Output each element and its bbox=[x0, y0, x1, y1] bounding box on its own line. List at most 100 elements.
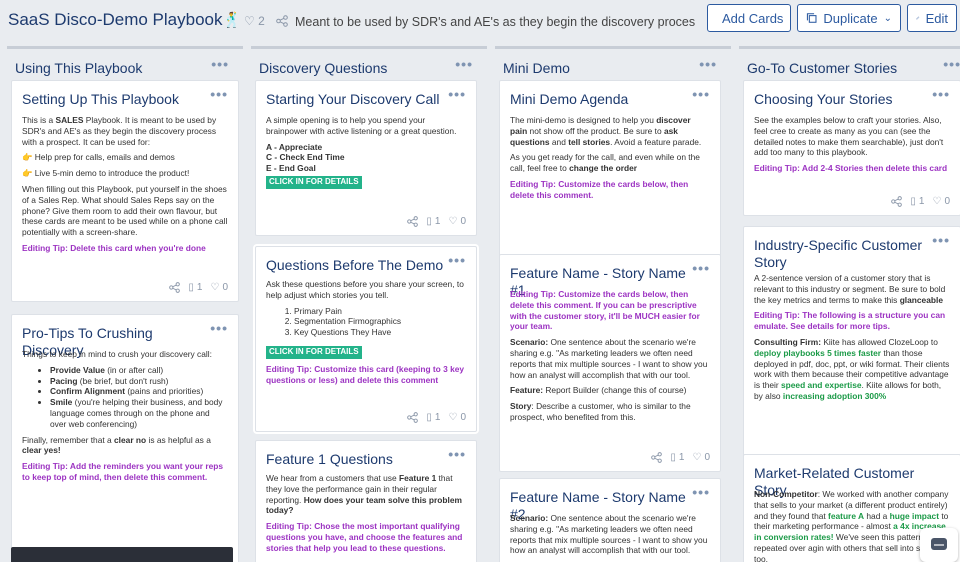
duplicate-button[interactable]: Duplicate ⌄ bbox=[797, 4, 901, 32]
column-go-to-customer-stories: Go-To Customer Stories ••• Choosing Your… bbox=[739, 46, 960, 562]
page-icon: ▯ bbox=[188, 282, 194, 293]
playbook-subtitle: Meant to be used by SDR's and AE's as th… bbox=[295, 15, 695, 29]
editing-tip: Editing Tip: The following is a structur… bbox=[754, 310, 946, 332]
page-icon: ▯ bbox=[426, 216, 432, 227]
card-body: Things to keep in mind to crush your dis… bbox=[22, 349, 228, 488]
editing-tip: Editing Tip: Add the reminders you want … bbox=[22, 461, 224, 482]
card-pro-tips[interactable]: Pro-Tips To Crushing Discovery ••• Thing… bbox=[11, 314, 239, 562]
editing-tip: Editing Tip: Customize the cards below, … bbox=[510, 178, 689, 200]
like-button[interactable]: ♡ 2 bbox=[244, 14, 265, 28]
card-title: Questions Before The Demo bbox=[266, 257, 444, 273]
card-body: A 2-sentence version of a customer story… bbox=[754, 273, 950, 401]
edit-label: Edit bbox=[925, 10, 948, 26]
column-title: Mini Demo bbox=[503, 60, 570, 76]
duplicate-label: Duplicate bbox=[823, 10, 878, 26]
like-count[interactable]: ♡0 bbox=[932, 196, 950, 207]
card-feature-1-questions[interactable]: Feature 1 Questions ••• We hear from a c… bbox=[255, 440, 477, 562]
column-mini-demo: Mini Demo ••• Mini Demo Agenda ••• The m… bbox=[495, 46, 731, 562]
share-icon[interactable] bbox=[407, 412, 419, 423]
card-menu-icon[interactable]: ••• bbox=[448, 446, 466, 462]
card-title: Choosing Your Stories bbox=[754, 91, 893, 107]
card-footer: ▯1 ♡0 bbox=[407, 216, 466, 227]
editing-tip: Editing Tip: Add 2-4 Stories then delete… bbox=[754, 163, 948, 174]
heart-icon: ♡ bbox=[448, 216, 458, 227]
card-body: We hear from a customers that use Featur… bbox=[266, 473, 466, 559]
card-footer: ▯1 ♡0 bbox=[891, 196, 950, 207]
add-cards-button[interactable]: Add Cards bbox=[707, 4, 791, 32]
attachment-count[interactable]: ▯1 bbox=[670, 452, 684, 463]
playbook-title-text: SaaS Disco-Demo Playbook bbox=[8, 10, 223, 29]
editing-tip: Editing Tip: Customize this card (keepin… bbox=[266, 363, 465, 385]
heart-icon: ♡ bbox=[692, 452, 702, 463]
card-menu-icon[interactable]: ••• bbox=[210, 320, 228, 336]
chevron-down-icon[interactable]: ⌄ bbox=[884, 13, 892, 24]
heart-icon: ♡ bbox=[210, 282, 220, 293]
column-menu-icon[interactable]: ••• bbox=[699, 56, 717, 72]
column-menu-icon[interactable]: ••• bbox=[455, 56, 473, 72]
copy-icon bbox=[806, 13, 817, 23]
like-count[interactable]: ♡0 bbox=[210, 282, 228, 293]
share-icon[interactable] bbox=[169, 282, 181, 293]
card-body: Scenario: One sentence about the scenari… bbox=[510, 513, 708, 556]
share-icon[interactable] bbox=[276, 15, 288, 27]
chat-icon bbox=[931, 538, 947, 550]
attachment-count[interactable]: ▯1 bbox=[910, 196, 924, 207]
heart-icon: ♡ bbox=[244, 14, 255, 28]
card-menu-icon[interactable]: ••• bbox=[932, 232, 950, 248]
card-footer: ▯1 ♡0 bbox=[407, 412, 466, 423]
editing-tip: Editing Tip: Customize the cards below, … bbox=[510, 289, 700, 332]
tips-list: Provide Value (in or after call) Pacing … bbox=[22, 365, 228, 430]
card-questions-before-demo[interactable]: Questions Before The Demo ••• Ask these … bbox=[255, 246, 477, 432]
card-menu-icon[interactable]: ••• bbox=[448, 252, 466, 268]
editing-tip: Editing Tip: Chose the most important qu… bbox=[266, 521, 463, 553]
page-icon: ▯ bbox=[670, 452, 676, 463]
chat-button[interactable] bbox=[920, 528, 958, 562]
share-icon[interactable] bbox=[891, 196, 903, 207]
column-header: Using This Playbook ••• bbox=[7, 46, 243, 76]
column-discovery-questions: Discovery Questions ••• Starting Your Di… bbox=[251, 46, 487, 562]
pencil-icon bbox=[916, 16, 920, 20]
column-title: Discovery Questions bbox=[259, 60, 388, 76]
click-for-details-badge[interactable]: CLICK IN FOR DETAILS bbox=[266, 345, 362, 359]
share-icon[interactable] bbox=[407, 216, 419, 227]
playbook-title: SaaS Disco-Demo Playbook🕺 bbox=[8, 10, 241, 30]
card-body: Editing Tip: Customize the cards below, … bbox=[510, 289, 710, 428]
card-choosing-stories[interactable]: Choosing Your Stories ••• See the exampl… bbox=[743, 80, 960, 216]
card-body: See the examples below to craft your sto… bbox=[754, 115, 950, 179]
card-footer: ▯1 ♡0 bbox=[169, 282, 228, 293]
share-icon[interactable] bbox=[651, 452, 663, 463]
card-title: Starting Your Discovery Call bbox=[266, 91, 440, 107]
card-title: Mini Demo Agenda bbox=[510, 91, 629, 107]
column-menu-icon[interactable]: ••• bbox=[211, 56, 229, 72]
card-feature-story-1[interactable]: Feature Name - Story Name #1 ••• Editing… bbox=[499, 254, 721, 472]
card-body: A simple opening is to help you spend yo… bbox=[266, 115, 466, 189]
heart-icon: ♡ bbox=[932, 196, 942, 207]
like-count[interactable]: ♡0 bbox=[448, 216, 466, 227]
like-count: 2 bbox=[258, 14, 265, 28]
column-title: Using This Playbook bbox=[15, 60, 143, 76]
questions-list: Primary Pain Segmentation Firmographics … bbox=[266, 306, 466, 338]
card-menu-icon[interactable]: ••• bbox=[692, 484, 710, 500]
column-menu-icon[interactable]: ••• bbox=[943, 56, 960, 72]
card-setting-up[interactable]: Setting Up This Playbook ••• This is a S… bbox=[11, 80, 239, 302]
click-for-details-badge[interactable]: CLICK IN FOR DETAILS bbox=[266, 175, 362, 189]
card-feature-story-2[interactable]: Feature Name - Story Name #2 ••• Scenari… bbox=[499, 478, 721, 562]
card-body: Ask these questions before you share you… bbox=[266, 279, 466, 390]
card-title: Setting Up This Playbook bbox=[22, 91, 179, 107]
card-menu-icon[interactable]: ••• bbox=[692, 86, 710, 102]
attachment-count[interactable]: ▯1 bbox=[426, 412, 440, 423]
like-count[interactable]: ♡0 bbox=[448, 412, 466, 423]
like-count[interactable]: ♡0 bbox=[692, 452, 710, 463]
card-title: Industry-Specific Customer Story bbox=[754, 237, 923, 270]
video-thumbnail[interactable] bbox=[11, 547, 233, 562]
card-menu-icon[interactable]: ••• bbox=[448, 86, 466, 102]
column-header: Discovery Questions ••• bbox=[251, 46, 487, 76]
page-icon: ▯ bbox=[910, 196, 916, 207]
card-menu-icon[interactable]: ••• bbox=[932, 86, 950, 102]
attachment-count[interactable]: ▯1 bbox=[188, 282, 202, 293]
attachment-count[interactable]: ▯1 bbox=[426, 216, 440, 227]
card-menu-icon[interactable]: ••• bbox=[692, 260, 710, 276]
card-starting-discovery-call[interactable]: Starting Your Discovery Call ••• A simpl… bbox=[255, 80, 477, 236]
card-menu-icon[interactable]: ••• bbox=[210, 86, 228, 102]
edit-button[interactable]: Edit bbox=[907, 4, 957, 32]
